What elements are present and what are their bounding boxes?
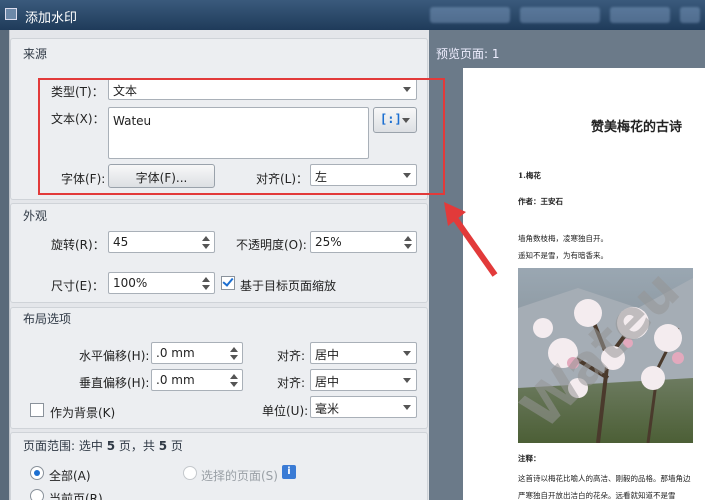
check-icon	[222, 275, 234, 287]
bracket-icon: [:]	[380, 112, 402, 126]
size-value: 100%	[113, 276, 148, 290]
font-label: 字体(F):	[61, 172, 106, 186]
spin-down-icon[interactable]	[230, 355, 238, 360]
chevron-down-icon	[402, 118, 410, 123]
size-label: 尺寸(E)：	[51, 279, 104, 293]
all-pages-radio[interactable]	[30, 466, 44, 480]
total-count: 5	[158, 439, 168, 453]
info-icon[interactable]: i	[282, 465, 296, 479]
unit-select[interactable]: 毫米	[310, 396, 417, 418]
appearance-section-title: 外观	[23, 209, 48, 223]
blurred-toolbar-item	[610, 7, 670, 23]
rotation-label: 旋转(R)：	[51, 238, 105, 252]
selected-pages-radio[interactable]	[183, 466, 197, 480]
h-offset-spinbox[interactable]: .0 mm	[151, 342, 243, 364]
doc-line: 墙角数枝梅，凌寒独自开。	[518, 234, 608, 243]
scale-checkbox[interactable]	[221, 275, 235, 290]
spin-up-icon[interactable]	[202, 277, 210, 282]
h-offset-value: .0 mm	[156, 346, 195, 360]
scale-checkbox-label: 基于目标页面缩放	[240, 279, 337, 293]
preview-page: 赞美梅花的古诗 1.梅花 作者：王安石 墙角数枝梅，凌寒独自开。 遥知不是雪，为…	[463, 68, 705, 500]
spin-down-icon[interactable]	[230, 382, 238, 387]
rotation-spinbox[interactable]: 45	[108, 231, 215, 253]
background-checkbox-label: 作为背景(K)	[50, 406, 116, 420]
insert-macro-button[interactable]: [:]	[373, 107, 417, 133]
doc-line: 作者：王安石	[518, 197, 563, 206]
align-label: 对齐(L)：	[256, 172, 309, 186]
v-align-label: 对齐:	[277, 376, 306, 390]
rotation-value: 45	[113, 235, 129, 249]
text-label: 文本(X)：	[51, 112, 105, 126]
size-spinbox[interactable]: 100%	[108, 272, 215, 294]
v-offset-label: 垂直偏移(H):	[79, 376, 150, 390]
selected-pages-label: 选择的页面(S)	[201, 469, 278, 483]
doc-line: 遥知不是雪，为有暗香来。	[518, 251, 608, 260]
spin-up-icon[interactable]	[404, 236, 412, 241]
text-input[interactable]: Wateu	[108, 107, 369, 159]
doc-line: 1.梅花	[518, 171, 541, 180]
doc-title: 赞美梅花的古诗	[591, 120, 683, 135]
spin-up-icon[interactable]	[202, 236, 210, 241]
all-pages-label: 全部(A)	[49, 469, 91, 483]
v-offset-spinbox[interactable]: .0 mm	[151, 369, 243, 391]
spin-up-icon[interactable]	[230, 374, 238, 379]
unit-value: 毫米	[315, 402, 340, 416]
h-align-value: 居中	[315, 348, 340, 362]
spin-down-icon[interactable]	[202, 285, 210, 290]
h-align-label: 对齐:	[277, 349, 306, 363]
spin-down-icon[interactable]	[404, 244, 412, 249]
blurred-toolbar-item	[520, 7, 600, 23]
doc-line: 这首诗以梅花比喻人的高洁、刚毅的品格。那墙角边	[518, 474, 691, 483]
window-title: 添加水印	[25, 11, 78, 26]
page-range-mid: 页，共	[115, 439, 159, 453]
title-bar: 添加水印	[0, 0, 705, 30]
v-align-value: 居中	[315, 375, 340, 389]
doc-line: 严寒独自开放出洁白的花朵。远看就知道不是雪	[518, 491, 676, 500]
page-range-suffix: 页	[167, 439, 183, 453]
selected-count: 5	[106, 439, 116, 453]
h-align-select[interactable]: 居中	[310, 342, 417, 364]
type-label: 类型(T)：	[51, 85, 104, 99]
font-button[interactable]: 字体(F)...	[108, 164, 215, 188]
h-offset-label: 水平偏移(H):	[79, 349, 150, 363]
type-select-value: 文本	[113, 84, 138, 98]
doc-line: 注释：	[518, 454, 541, 463]
current-page-radio[interactable]	[30, 489, 44, 500]
preview-label: 预览页面: 1	[436, 47, 500, 61]
spin-down-icon[interactable]	[202, 244, 210, 249]
v-offset-value: .0 mm	[156, 373, 195, 387]
spin-up-icon[interactable]	[230, 347, 238, 352]
blurred-toolbar-item	[680, 7, 700, 23]
opacity-spinbox[interactable]: 25%	[310, 231, 417, 253]
current-page-label: 当前页(R)	[49, 492, 103, 500]
align-select[interactable]: 左	[310, 164, 417, 186]
v-align-select[interactable]: 居中	[310, 369, 417, 391]
source-section-title: 来源	[23, 47, 48, 61]
type-select[interactable]: 文本	[108, 78, 417, 100]
opacity-label: 不透明度(O):	[236, 238, 307, 252]
window-icon	[5, 8, 17, 20]
align-select-value: 左	[315, 170, 328, 184]
layout-section-title: 布局选项	[23, 312, 72, 326]
unit-label: 单位(U):	[262, 404, 309, 418]
page-range-prefix: 页面范围: 选中	[23, 439, 107, 453]
radio-selected-dot	[34, 470, 40, 476]
blurred-toolbar-item	[430, 7, 510, 23]
text-input-value: Wateu	[113, 114, 152, 128]
red-arrow-icon	[444, 202, 498, 277]
page-range-title: 页面范围: 选中 5 页，共 5 页	[23, 437, 183, 454]
opacity-value: 25%	[315, 235, 342, 249]
background-checkbox[interactable]	[30, 403, 44, 417]
